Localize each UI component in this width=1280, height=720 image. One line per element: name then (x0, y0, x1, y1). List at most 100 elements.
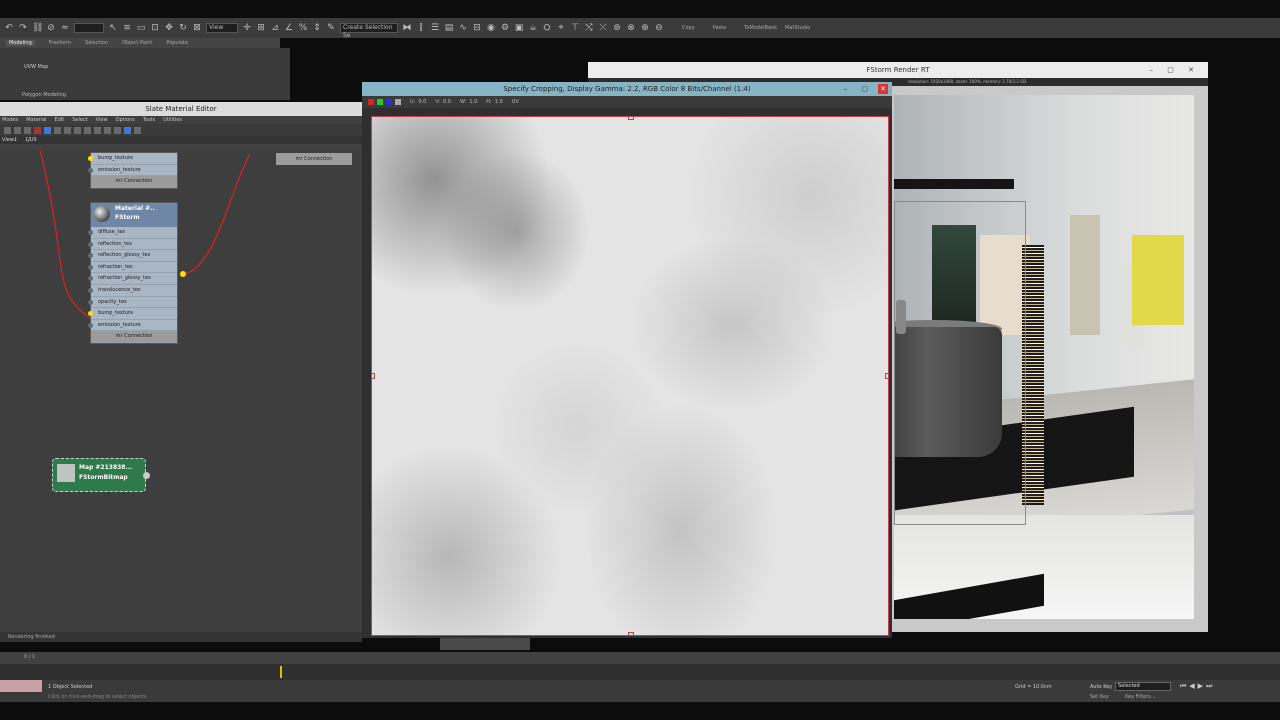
menu-utilities[interactable]: Utilities (163, 117, 182, 123)
layout-icon[interactable] (74, 126, 81, 134)
material-map-nav-icon[interactable] (94, 126, 101, 134)
green-channel-icon[interactable] (377, 99, 383, 105)
mirror-icon[interactable]: ⧓ (402, 23, 412, 33)
u-field[interactable]: 0.0 (418, 99, 426, 105)
matstudio-button[interactable]: MatStudio (785, 25, 810, 31)
uv-toggle[interactable]: UV (512, 99, 519, 105)
ribbon-icon[interactable]: ▤ (444, 23, 454, 33)
move-icon[interactable]: ✥ (164, 23, 174, 33)
fstorm-window-buttons[interactable]: – ▢ ✕ (1150, 62, 1200, 78)
tab-modeling[interactable]: Modeling (6, 40, 35, 46)
slot-refraction-glossy[interactable]: refraction_glossy_tex (88, 273, 177, 285)
snap-icon[interactable]: ⊿ (270, 23, 280, 33)
texture-preview[interactable] (371, 116, 889, 636)
pivot-icon[interactable]: ✛ (242, 23, 252, 33)
slot-dot[interactable] (88, 287, 93, 293)
unlink-icon[interactable]: ⊘ (46, 23, 56, 33)
crop-handle-left[interactable] (372, 373, 375, 379)
select-by-mat-icon[interactable] (114, 126, 121, 134)
slot-dot[interactable] (88, 241, 93, 247)
layer-icon[interactable]: ☰ (430, 23, 440, 33)
hide-icon[interactable] (54, 126, 61, 134)
show-map-icon[interactable] (64, 126, 71, 134)
slot-dot[interactable] (88, 156, 93, 161)
set-key-button[interactable]: Set Key (1090, 694, 1109, 700)
tab-view1[interactable]: View1 (2, 137, 17, 143)
tool-c-icon[interactable]: ⤭ (584, 23, 594, 33)
time-marker[interactable] (280, 666, 282, 678)
tab-1jus[interactable]: 1JUS (25, 137, 37, 143)
tab-populate[interactable]: Populate (166, 40, 188, 46)
rect-select-icon[interactable]: ▭ (136, 23, 146, 33)
blue-channel-icon[interactable] (386, 99, 392, 105)
tool-a-icon[interactable]: ⌖ (556, 23, 566, 33)
slot-emission[interactable]: emission_texture (88, 319, 177, 332)
slot-dot[interactable] (88, 299, 93, 305)
key-selection-combo[interactable]: Selected (1115, 682, 1171, 691)
playback-controls[interactable]: ⏮◀▶⏭ (1180, 682, 1215, 691)
move-children-icon[interactable] (44, 126, 51, 134)
slot-diffuse[interactable]: diffuse_tex (88, 227, 177, 239)
window-cross-icon[interactable]: ⊡ (150, 23, 160, 33)
render-setup-icon[interactable]: ⚙ (500, 23, 510, 33)
redo-icon[interactable]: ↷ (18, 23, 28, 33)
select-by-name-icon[interactable]: ≡ (122, 23, 132, 33)
maxscript-listener[interactable] (0, 680, 42, 692)
slot-dot[interactable] (88, 167, 93, 173)
render-region-box[interactable] (894, 201, 1026, 525)
curve-editor-icon[interactable]: ∿ (458, 23, 468, 33)
angle-snap-icon[interactable]: ∠ (284, 23, 294, 33)
scale-icon[interactable]: ⊠ (192, 23, 202, 33)
tab-freeform[interactable]: Freeform (49, 40, 71, 46)
menu-select[interactable]: Select (72, 117, 87, 123)
tool-g-icon[interactable]: ⊕ (640, 23, 650, 33)
slot-dot[interactable] (88, 230, 93, 235)
copy-button[interactable]: Copy (682, 25, 695, 31)
align-icon[interactable]: ⫿ (416, 23, 426, 33)
menu-tools[interactable]: Tools (143, 117, 155, 123)
fstorm-icon[interactable]: ⛭ (542, 23, 552, 33)
delete-icon[interactable] (34, 126, 41, 134)
slate-title[interactable]: Slate Material Editor (0, 102, 362, 116)
slot-dot[interactable] (88, 253, 93, 259)
slot-bump-top[interactable]: bump_texture (88, 153, 177, 165)
h-field[interactable]: 1.0 (495, 99, 503, 105)
material-editor-icon[interactable]: ◉ (486, 23, 496, 33)
time-slider[interactable]: 0 / 1 (0, 652, 1280, 664)
assign-icon[interactable] (24, 126, 31, 134)
render-view[interactable] (894, 95, 1194, 619)
crop-handle-right[interactable] (885, 373, 888, 379)
close-icon[interactable]: ✕ (878, 84, 888, 94)
filter-combo[interactable] (74, 23, 104, 33)
slot-bump[interactable]: bump_texture (88, 308, 177, 320)
slot-dot[interactable] (88, 264, 93, 270)
paste-button[interactable]: Paste (713, 25, 727, 31)
percent-snap-icon[interactable]: % (298, 23, 308, 33)
bind-icon[interactable]: ≈ (60, 23, 70, 33)
track-bar[interactable] (0, 664, 1280, 680)
menu-options[interactable]: Options (116, 117, 135, 123)
tool-e-icon[interactable]: ⊛ (612, 23, 622, 33)
select-icon[interactable]: ↖ (108, 23, 118, 33)
brush-icon[interactable] (14, 126, 21, 134)
layout-children-icon[interactable] (84, 126, 91, 134)
tool-b-icon[interactable]: ⊤ (570, 23, 580, 33)
crop-handle-bottom[interactable] (628, 632, 634, 635)
map-node[interactable]: Map #213838... FStormBitmap (52, 458, 150, 492)
pick-icon[interactable] (4, 126, 11, 134)
menu-view[interactable]: View (96, 117, 108, 123)
slot-dot[interactable] (88, 276, 93, 282)
edit-named-sel-icon[interactable]: ✎ (326, 23, 336, 33)
w-field[interactable]: 1.0 (469, 99, 477, 105)
nav-icon[interactable] (124, 126, 131, 134)
output-socket[interactable] (180, 271, 186, 277)
crop-handle-top[interactable] (628, 117, 634, 120)
crop-title[interactable]: Specify Cropping, Display Gamma: 2.2, RG… (362, 82, 892, 96)
tool-d-icon[interactable]: ⤫ (598, 23, 608, 33)
map-output-socket[interactable] (143, 472, 150, 479)
slot-reflection-glossy[interactable]: reflection_glossy_tex (88, 250, 177, 262)
manipulate-icon[interactable]: ⊞ (256, 23, 266, 33)
undo-icon[interactable]: ↶ (4, 23, 14, 33)
red-channel-icon[interactable] (368, 99, 374, 105)
polygon-modeling-label[interactable]: Polygon Modeling (22, 92, 66, 98)
